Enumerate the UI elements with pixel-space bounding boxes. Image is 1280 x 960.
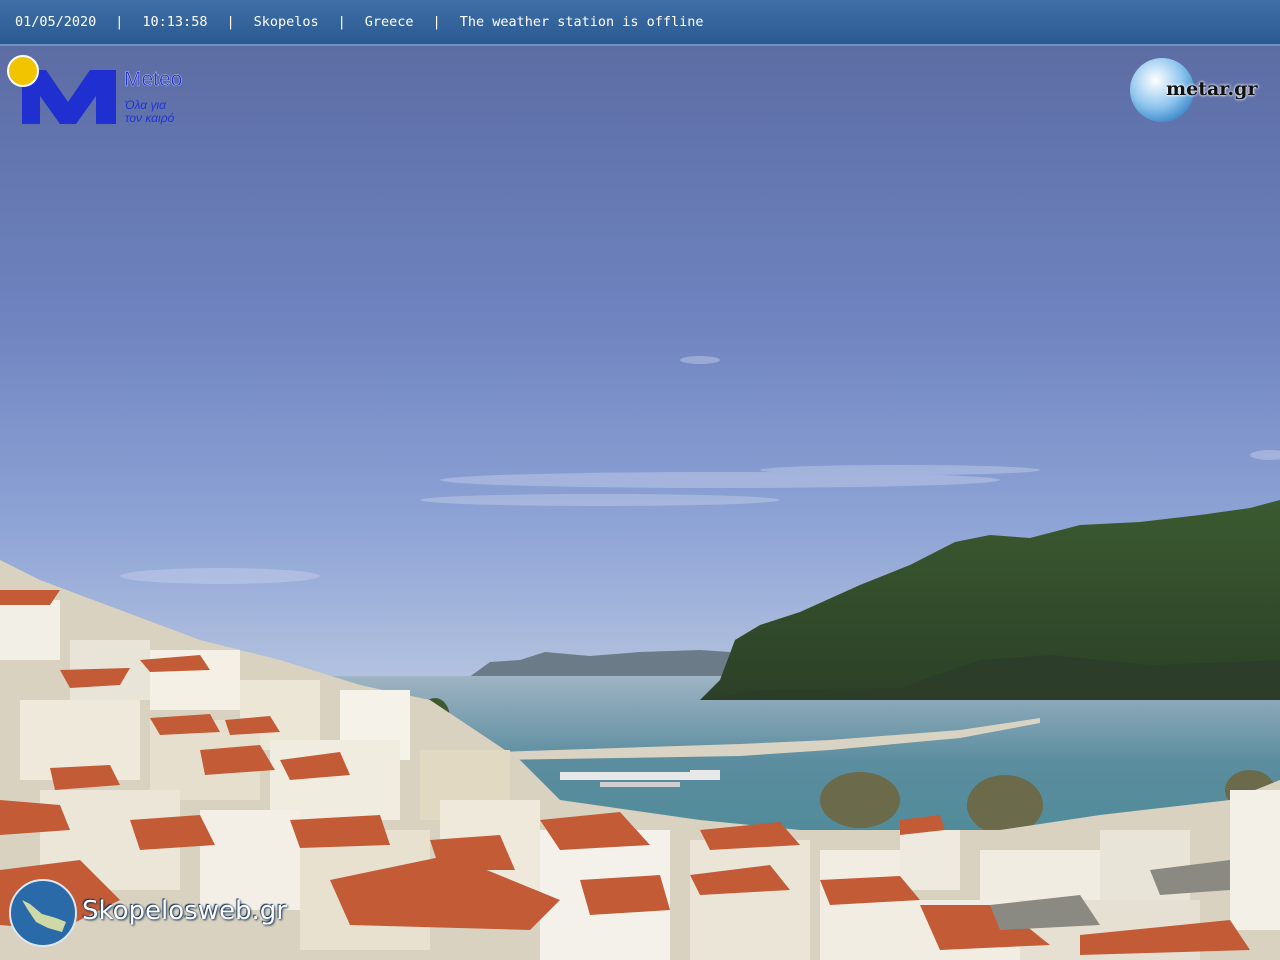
- meteo-title: Meteo: [124, 68, 183, 91]
- metar-text: metar.gr: [1166, 78, 1258, 100]
- skopelosweb-logo: Skopelosweb.gr: [8, 878, 318, 950]
- station-status-text: The weather station is offline: [459, 14, 704, 30]
- meteo-tagline-2: τον καιρό: [125, 111, 175, 125]
- separator: |: [115, 14, 124, 30]
- metar-logo: metar.gr: [1128, 56, 1273, 126]
- meteo-tagline-1: Όλα για: [125, 98, 166, 112]
- meteo-logo: Meteo Όλα για τον καιρό: [6, 54, 206, 128]
- date-text: 01/05/2020: [15, 14, 97, 30]
- separator: |: [432, 14, 441, 30]
- webcam-scene: [0, 0, 1280, 960]
- separator: |: [337, 14, 346, 30]
- skopelosweb-text: Skopelosweb.gr: [82, 896, 287, 926]
- time-text: 10:13:58: [142, 14, 208, 30]
- country-text: Greece: [364, 14, 414, 30]
- island-icon: [9, 879, 77, 947]
- status-bar: 01/05/2020 | 10:13:58 | Skopelos | Greec…: [0, 0, 1280, 46]
- location-text: Skopelos: [253, 14, 319, 30]
- meteo-m-icon: [7, 55, 116, 124]
- separator: |: [226, 14, 235, 30]
